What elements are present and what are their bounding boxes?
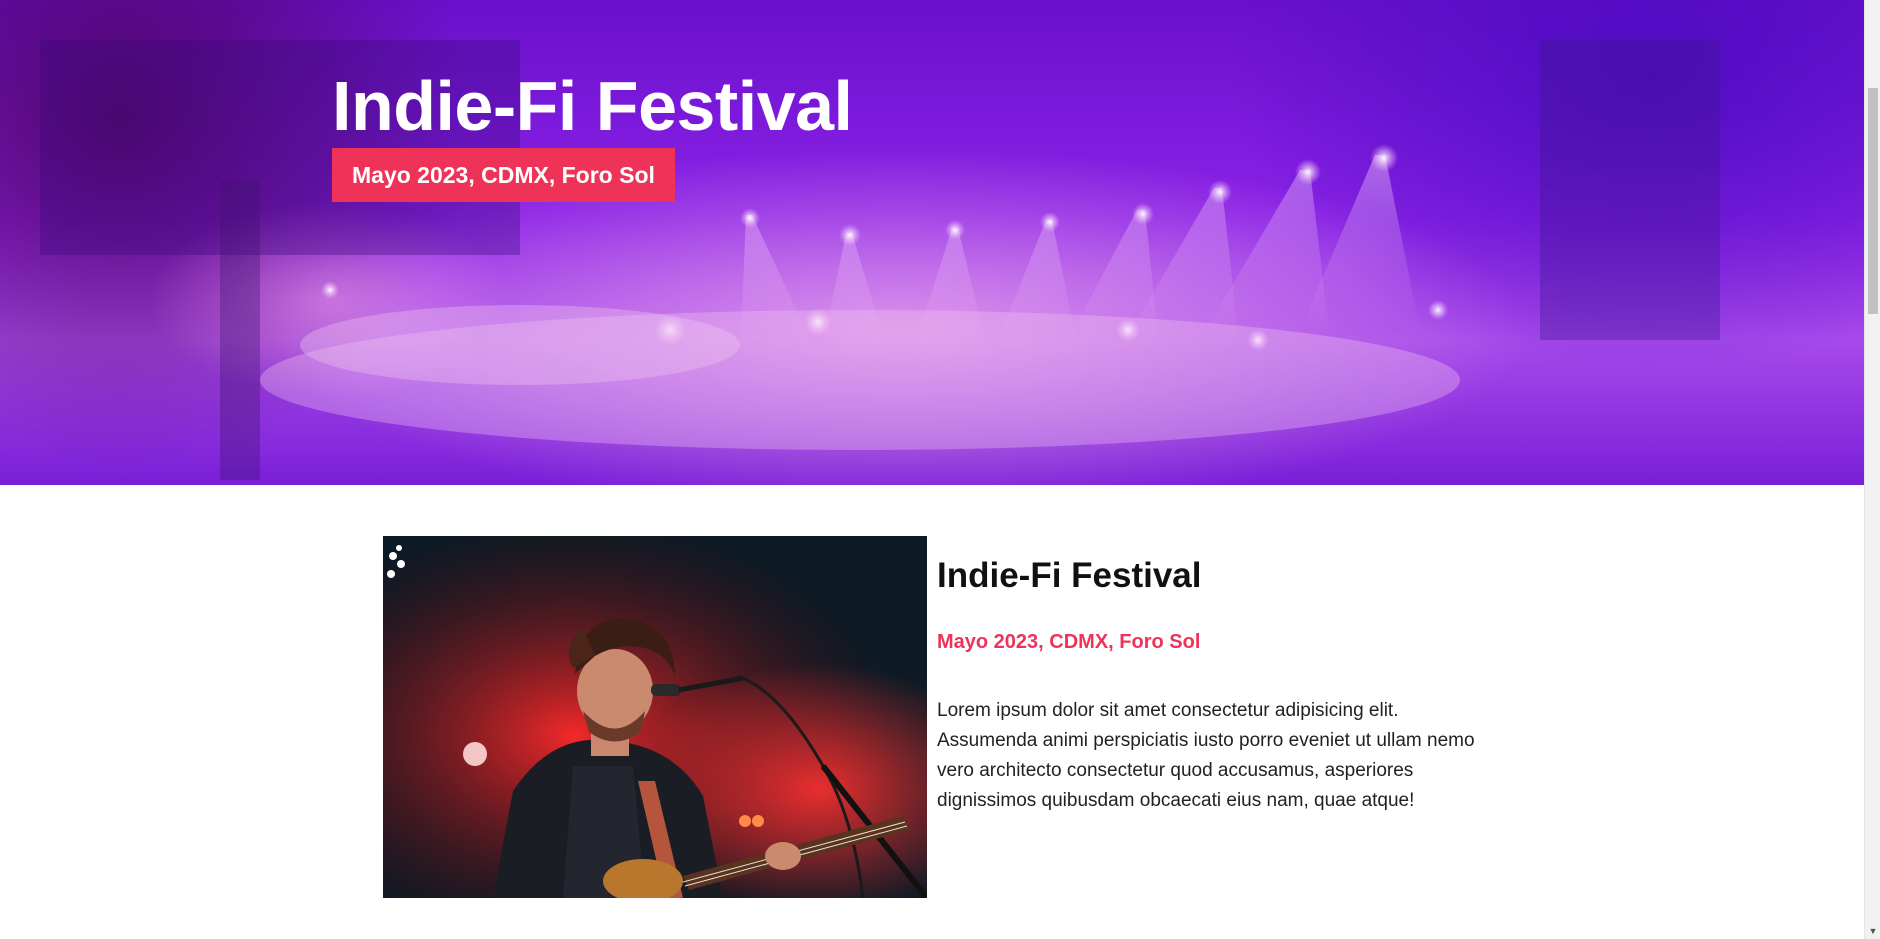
scrollbar-thumb[interactable] <box>1868 88 1878 314</box>
chevron-down-icon[interactable]: ▼ <box>1868 927 1878 936</box>
hero-content: Indie-Fi Festival Mayo 2023, CDMX, Foro … <box>332 66 853 202</box>
stage-lights-background <box>40 40 1720 480</box>
feature-text: Indie-Fi Festival Mayo 2023, CDMX, Foro … <box>937 556 1477 816</box>
vertical-scrollbar[interactable]: ▼ <box>1864 0 1880 939</box>
browser-viewport: Indie-Fi Festival Mayo 2023, CDMX, Foro … <box>0 0 1880 939</box>
page: Indie-Fi Festival Mayo 2023, CDMX, Foro … <box>0 0 1864 939</box>
guitarist-photo-illustration <box>383 536 927 898</box>
festival-feature: Indie-Fi Festival Mayo 2023, CDMX, Foro … <box>383 536 1483 898</box>
feature-date-location: Mayo 2023, CDMX, Foro Sol <box>937 631 1201 653</box>
hero-banner: Indie-Fi Festival Mayo 2023, CDMX, Foro … <box>0 0 1864 485</box>
hero-title: Indie-Fi Festival <box>332 67 853 145</box>
feature-title: Indie-Fi Festival <box>937 556 1202 595</box>
guitarist-photo <box>383 536 927 898</box>
hero-date-location-badge: Mayo 2023, CDMX, Foro Sol <box>332 148 675 202</box>
feature-description: Lorem ipsum dolor sit amet consectetur a… <box>937 700 1475 811</box>
